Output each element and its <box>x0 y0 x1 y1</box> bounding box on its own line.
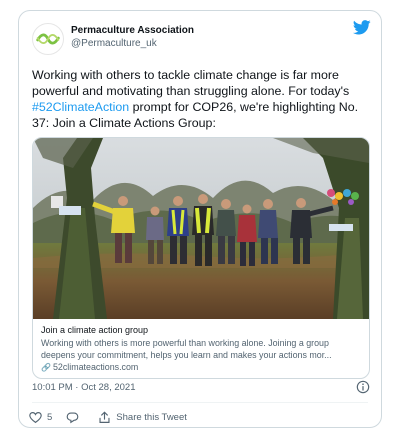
author-name[interactable]: Permaculture Association <box>71 24 194 37</box>
link-icon: 🔗 <box>41 363 51 372</box>
author-block: Permaculture Association @Permaculture_u… <box>71 24 194 50</box>
card-title[interactable]: Join a climate action group <box>41 324 365 337</box>
card-domain-text: 52climateactions.com <box>52 362 139 372</box>
tweet-text-part1: Working with others to tackle climate ch… <box>32 68 350 98</box>
card-info: Join a climate action group Working with… <box>41 324 365 374</box>
share-icon <box>99 411 110 423</box>
hashtag-link[interactable]: #52ClimateAction <box>32 100 129 114</box>
card-photo[interactable] <box>33 138 369 319</box>
tweet-card[interactable]: Permaculture Association @Permaculture_u… <box>18 10 382 428</box>
share-label: Share this Tweet <box>116 411 187 423</box>
like-count: 5 <box>47 411 53 423</box>
card-description: Working with others is more powerful tha… <box>41 338 332 360</box>
permaculture-logo-icon[interactable] <box>32 23 64 55</box>
tweet-timestamp[interactable]: 10:01 PM · Oct 28, 2021 <box>32 382 136 393</box>
reply-bubble-icon <box>66 411 79 423</box>
card-domain[interactable]: 🔗 52climateactions.com <box>41 361 365 374</box>
like-button[interactable]: 5 <box>29 411 52 424</box>
share-button[interactable]: Share this Tweet <box>98 411 187 424</box>
link-preview-card[interactable]: Join a climate action group Working with… <box>32 137 370 379</box>
action-bar: 5 Share this Tweet <box>29 409 201 425</box>
info-icon[interactable] <box>356 380 370 394</box>
divider <box>32 402 368 403</box>
heart-icon <box>29 411 42 423</box>
tweet-text: Working with others to tackle climate ch… <box>32 67 376 131</box>
reply-button[interactable] <box>66 411 84 424</box>
twitter-bird-icon[interactable] <box>353 20 371 35</box>
author-handle[interactable]: @Permaculture_uk <box>71 37 194 50</box>
